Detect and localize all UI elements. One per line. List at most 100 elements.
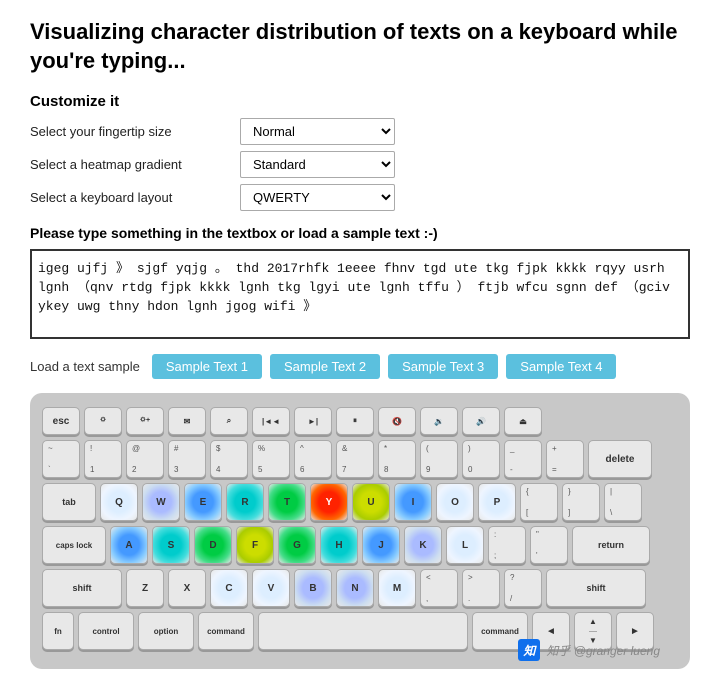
key-f[interactable]: F	[236, 526, 274, 564]
key-j[interactable]: J	[362, 526, 400, 564]
key-u[interactable]: U	[352, 483, 390, 521]
key-equals[interactable]: +=	[546, 440, 584, 478]
fingertip-row: Select your fingertip size Normal Small …	[30, 118, 690, 145]
page-title: Visualizing character distribution of te…	[30, 18, 690, 75]
key-f1[interactable]: 🌣	[84, 407, 122, 435]
key-delete[interactable]: delete	[588, 440, 652, 478]
key-k[interactable]: K	[404, 526, 442, 564]
sample-btn-2[interactable]: Sample Text 2	[270, 354, 380, 379]
key-return[interactable]: return	[572, 526, 650, 564]
asdf-row: caps lock A S D F G H J K L :; "' return	[42, 526, 678, 564]
key-semicolon[interactable]: :;	[488, 526, 526, 564]
customize-section: Customize it Select your fingertip size …	[30, 93, 690, 211]
key-command-left[interactable]: command	[198, 612, 254, 650]
key-fn[interactable]: fn	[42, 612, 74, 650]
gradient-row: Select a heatmap gradient Standard Rainb…	[30, 151, 690, 178]
zhihu-logo: 知	[518, 639, 540, 661]
sample-btn-3[interactable]: Sample Text 3	[388, 354, 498, 379]
fn-row: esc 🌣 🌣+ ✉ ⌕ |◄◄ ►| ⏸ 🔇 🔉 🔊 ⏏	[42, 407, 678, 435]
key-y[interactable]: Y	[310, 483, 348, 521]
key-0[interactable]: )0	[462, 440, 500, 478]
key-9[interactable]: (9	[420, 440, 458, 478]
key-b[interactable]: B	[294, 569, 332, 607]
sample-btn-1[interactable]: Sample Text 1	[152, 354, 262, 379]
key-2[interactable]: @2	[126, 440, 164, 478]
key-v[interactable]: V	[252, 569, 290, 607]
key-i[interactable]: I	[394, 483, 432, 521]
key-m[interactable]: M	[378, 569, 416, 607]
layout-label: Select a keyboard layout	[30, 190, 240, 205]
key-tab[interactable]: tab	[42, 483, 96, 521]
key-l[interactable]: L	[446, 526, 484, 564]
key-minus[interactable]: _-	[504, 440, 542, 478]
key-space[interactable]	[258, 612, 468, 650]
load-label: Load a text sample	[30, 359, 140, 374]
fingertip-label: Select your fingertip size	[30, 124, 240, 139]
key-4[interactable]: $4	[210, 440, 248, 478]
key-f4[interactable]: ⌕	[210, 407, 248, 435]
gradient-label: Select a heatmap gradient	[30, 157, 240, 172]
key-f7[interactable]: ⏸	[336, 407, 374, 435]
key-slash[interactable]: ?/	[504, 569, 542, 607]
key-f8[interactable]: 🔇	[378, 407, 416, 435]
key-quote[interactable]: "'	[530, 526, 568, 564]
key-p[interactable]: P	[478, 483, 516, 521]
key-period[interactable]: >.	[462, 569, 500, 607]
key-f11[interactable]: ⏏	[504, 407, 542, 435]
gradient-select[interactable]: Standard Rainbow Monochrome	[240, 151, 395, 178]
key-z[interactable]: Z	[126, 569, 164, 607]
key-f2[interactable]: 🌣+	[126, 407, 164, 435]
key-lbracket[interactable]: {[	[520, 483, 558, 521]
qwerty-row: tab Q W E R T Y U I O P {[ }] |\	[42, 483, 678, 521]
key-backslash[interactable]: |\	[604, 483, 642, 521]
key-esc[interactable]: esc	[42, 407, 80, 435]
key-e[interactable]: E	[184, 483, 222, 521]
key-6[interactable]: ^6	[294, 440, 332, 478]
watermark: 知 知乎 @granger lueng	[518, 639, 660, 661]
key-capslock[interactable]: caps lock	[42, 526, 106, 564]
key-f10[interactable]: 🔊	[462, 407, 500, 435]
key-x[interactable]: X	[168, 569, 206, 607]
customize-heading: Customize it	[30, 93, 690, 110]
textbox-prompt: Please type something in the textbox or …	[30, 225, 690, 241]
key-f3[interactable]: ✉	[168, 407, 206, 435]
key-option[interactable]: option	[138, 612, 194, 650]
key-shift-right[interactable]: shift	[546, 569, 646, 607]
layout-select[interactable]: QWERTY AZERTY DVORAK	[240, 184, 395, 211]
fingertip-select[interactable]: Normal Small Large	[240, 118, 395, 145]
key-f9[interactable]: 🔉	[420, 407, 458, 435]
key-8[interactable]: *8	[378, 440, 416, 478]
key-a[interactable]: A	[110, 526, 148, 564]
sample-row: Load a text sample Sample Text 1 Sample …	[30, 354, 690, 379]
key-5[interactable]: %5	[252, 440, 290, 478]
sample-btn-4[interactable]: Sample Text 4	[506, 354, 616, 379]
key-control[interactable]: control	[78, 612, 134, 650]
key-shift-left[interactable]: shift	[42, 569, 122, 607]
text-input[interactable]: igeg ujfj 》 sjgf yqjg 。 thd 2017rhfk 1ee…	[30, 249, 690, 339]
key-o[interactable]: O	[436, 483, 474, 521]
key-3[interactable]: #3	[168, 440, 206, 478]
watermark-text: 知 知乎 @granger lueng	[518, 639, 660, 661]
key-t[interactable]: T	[268, 483, 306, 521]
key-g[interactable]: G	[278, 526, 316, 564]
key-r[interactable]: R	[226, 483, 264, 521]
main-container: Visualizing character distribution of te…	[0, 0, 720, 679]
key-h[interactable]: H	[320, 526, 358, 564]
key-f5[interactable]: |◄◄	[252, 407, 290, 435]
key-f6[interactable]: ►|	[294, 407, 332, 435]
number-row: ~` !1 @2 #3 $4 %5 ^6 &7 *8 (9 )0 _- += d…	[42, 440, 678, 478]
key-q[interactable]: Q	[100, 483, 138, 521]
keyboard: esc 🌣 🌣+ ✉ ⌕ |◄◄ ►| ⏸ 🔇 🔉 🔊 ⏏ ~` !1 @2 #…	[30, 393, 690, 669]
key-7[interactable]: &7	[336, 440, 374, 478]
key-c[interactable]: C	[210, 569, 248, 607]
key-comma[interactable]: <,	[420, 569, 458, 607]
zxcv-row: shift Z X C V B N M <, >. ?/ shift	[42, 569, 678, 607]
key-rbracket[interactable]: }]	[562, 483, 600, 521]
key-1[interactable]: !1	[84, 440, 122, 478]
key-n[interactable]: N	[336, 569, 374, 607]
layout-row: Select a keyboard layout QWERTY AZERTY D…	[30, 184, 690, 211]
key-s[interactable]: S	[152, 526, 190, 564]
key-w[interactable]: W	[142, 483, 180, 521]
key-backtick[interactable]: ~`	[42, 440, 80, 478]
key-d[interactable]: D	[194, 526, 232, 564]
